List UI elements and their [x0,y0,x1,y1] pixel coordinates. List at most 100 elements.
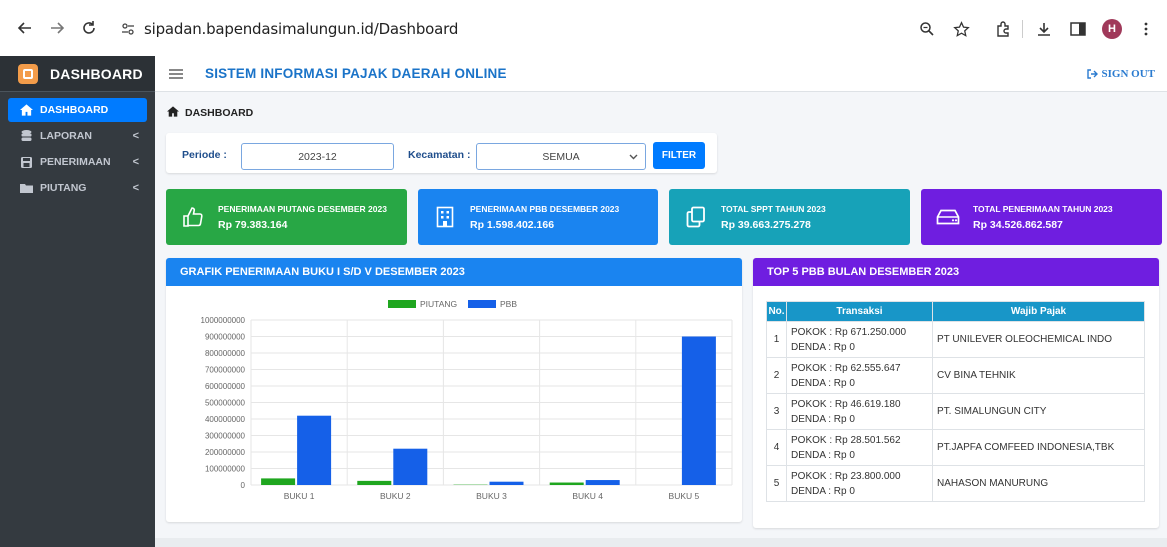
bar-pbb [681,336,716,485]
home-icon [167,106,179,120]
stat-card-sppt: TOTAL SPPT TAHUN 2023 Rp 39.663.275.278 [669,189,910,245]
sidebar-item-piutang[interactable]: PIUTANG < [8,176,147,200]
cell-wajib-pajak: PT. SIMALUNGUN CITY [932,393,1145,430]
main-content: DASHBOARD Periode : 2023-12 Kecamatan : … [155,92,1167,547]
stat-value: Rp 34.526.862.587 [973,218,1063,231]
download-icon[interactable] [1031,17,1057,41]
forward-arrow-icon[interactable] [44,15,70,41]
y-tick-label: 900000000 [205,333,246,342]
profile-avatar[interactable]: H [1099,17,1125,41]
footer-strip [155,538,1167,547]
sign-out-link[interactable]: SIGN OUT [1086,67,1156,80]
site-settings-icon[interactable] [118,19,138,39]
top5-table: No. Transaksi Wajib Pajak 1 POKOK : Rp 6… [766,301,1145,502]
chevron-left-icon: < [132,130,139,142]
table-row: 4 POKOK : Rp 28.501.562 DENDA : Rp 0 PT.J… [766,429,1145,466]
sidebar-item-label: PENERIMAAN [40,156,111,168]
address-bar[interactable]: sipadan.bapendasimalungun.id/Dashboard [118,18,458,40]
side-panel-icon[interactable] [1065,17,1091,41]
y-tick-label: 100000000 [205,465,246,474]
back-arrow-icon[interactable] [12,15,38,41]
menu-dots-icon[interactable] [1133,17,1159,41]
brand-text: DASHBOARD [50,65,143,82]
extensions-icon[interactable] [990,17,1016,41]
cell-transaksi: POKOK : Rp 46.619.180 DENDA : Rp 0 [786,393,933,430]
save-icon [18,155,34,169]
bar-pbb [585,480,620,485]
cell-no: 5 [766,465,787,502]
pokok-text: POKOK : Rp 671.250.000 [791,326,907,338]
sidebar-item-penerimaan[interactable]: PENERIMAAN < [8,150,147,174]
cell-transaksi: POKOK : Rp 23.800.000 DENDA : Rp 0 [786,465,933,502]
building-icon [432,204,458,230]
filter-card: Periode : 2023-12 Kecamatan : SEMUA FILT… [166,133,717,173]
x-tick-label: BUKU 2 [380,491,411,501]
bookmark-star-icon[interactable] [948,17,974,41]
toolbar-separator [1022,20,1023,38]
legend-label-pbb: PBB [500,299,517,309]
bar-chart: 0 100000000 200000000 300000000 400000000 500… [201,299,733,501]
denda-text: DENDA : Rp 0 [791,449,855,461]
cell-no: 4 [766,429,787,466]
bar-pbb [297,415,332,485]
pokok-text: POKOK : Rp 62.555.647 [791,362,901,374]
y-tick-label: 1000000000 [201,316,246,325]
brand-link[interactable]: DASHBOARD [0,56,155,92]
column-header-transaksi: Transaksi [786,301,933,322]
stat-label: TOTAL SPPT TAHUN 2023 [721,203,826,214]
database-icon [18,129,34,143]
y-tick-label: 700000000 [205,366,246,375]
chart-card: GRAFIK PENERIMAAN BUKU I S/D V DESEMBER … [166,258,742,522]
periode-input[interactable]: 2023-12 [241,143,394,170]
avatar: H [1102,19,1122,39]
table-row: 1 POKOK : Rp 671.250.000 DENDA : Rp 0 PT … [766,321,1145,358]
kecamatan-select[interactable]: SEMUA [476,143,646,170]
hdd-icon [935,204,961,230]
bar-piutang [549,482,584,485]
copy-icon [683,204,709,230]
table-row: 5 POKOK : Rp 23.800.000 DENDA : Rp 0 NAHA… [766,465,1145,502]
cell-no: 1 [766,321,787,358]
cell-wajib-pajak: CV BINA TEHNIK [932,357,1145,394]
y-tick-label: 400000000 [205,415,246,424]
kecamatan-label: Kecamatan : [408,149,471,161]
denda-text: DENDA : Rp 0 [791,341,855,353]
pokok-text: POKOK : Rp 23.800.000 [791,470,901,482]
denda-text: DENDA : Rp 0 [791,377,855,389]
menu-toggle-icon[interactable] [169,68,183,79]
top-navbar: SISTEM INFORMASI PAJAK DAERAH ONLINE SIG… [155,56,1167,92]
brand-logo-icon [18,63,38,84]
stat-value: Rp 79.383.164 [218,218,288,231]
sign-out-label: SIGN OUT [1101,67,1156,80]
breadcrumb: DASHBOARD [167,106,253,120]
stat-label: PENERIMAAN PBB DESEMBER 2023 [470,203,620,214]
url-text[interactable]: sipadan.bapendasimalungun.id/Dashboard [144,20,458,38]
zoom-icon[interactable] [914,17,940,41]
sidebar-item-label: LAPORAN [40,130,92,142]
x-tick-label: BUKU 5 [669,491,700,501]
cell-transaksi: POKOK : Rp 62.555.647 DENDA : Rp 0 [786,357,933,394]
sidebar-item-laporan[interactable]: LAPORAN < [8,124,147,148]
table-row: 3 POKOK : Rp 46.619.180 DENDA : Rp 0 PT. … [766,393,1145,430]
pokok-text: POKOK : Rp 28.501.562 [791,434,901,446]
table-header-row: No. Transaksi Wajib Pajak [766,301,1145,322]
cell-no: 3 [766,393,787,430]
stat-label: PENERIMAAN PIUTANG DESEMBER 2023 [218,203,387,214]
chevron-down-icon [629,152,638,162]
denda-text: DENDA : Rp 0 [791,413,855,425]
stat-value: Rp 1.598.402.166 [470,218,555,231]
filter-button[interactable]: FILTER [653,142,705,169]
y-tick-label: 300000000 [205,432,246,441]
legend-label-piutang: PIUTANG [420,299,457,309]
sidebar-item-dashboard[interactable]: DASHBOARD [8,98,147,122]
sidebar-menu: DASHBOARD LAPORAN < PENERIMAAN < PIUTANG… [0,92,155,208]
table-row: 2 POKOK : Rp 62.555.647 DENDA : Rp 0 CV B… [766,357,1145,394]
reload-icon[interactable] [76,15,102,41]
browser-toolbar: sipadan.bapendasimalungun.id/Dashboard H [0,0,1167,56]
denda-text: DENDA : Rp 0 [791,485,855,497]
app-title: SISTEM INFORMASI PAJAK DAERAH ONLINE [205,66,507,81]
table-title: TOP 5 PBB BULAN DESEMBER 2023 [753,258,1159,286]
folder-icon [18,181,34,195]
sidebar-item-label: DASHBOARD [40,104,109,116]
stat-label: TOTAL PENERIMAAN TAHUN 2023 [973,203,1113,214]
